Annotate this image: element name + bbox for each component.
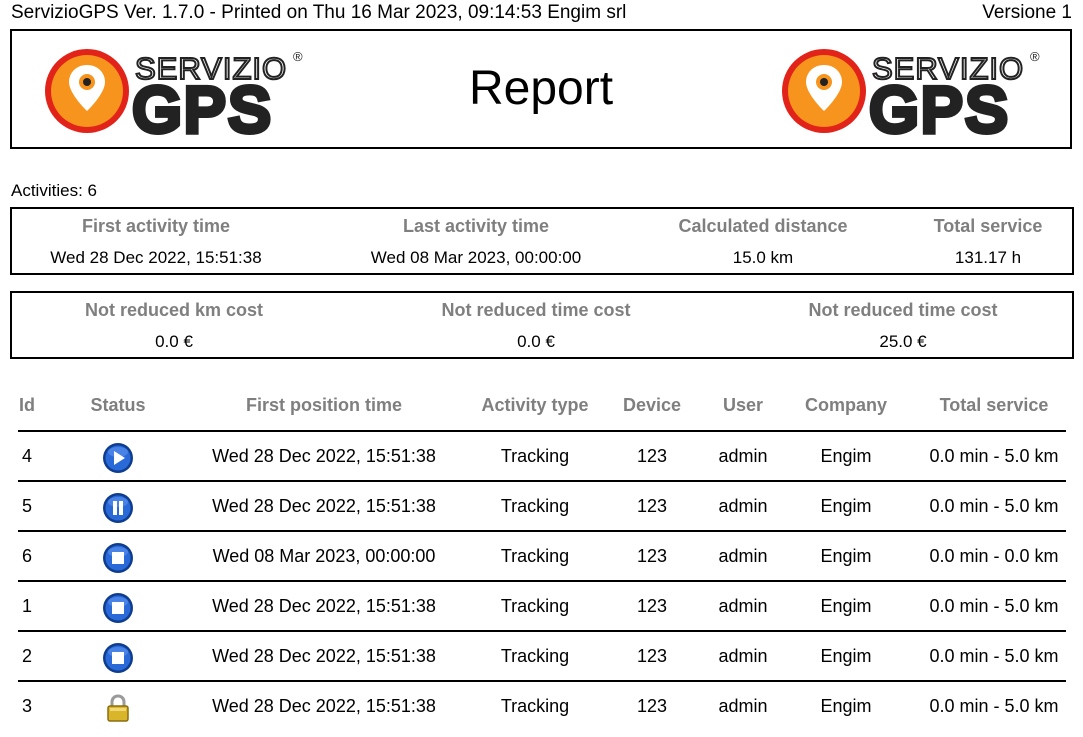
cell-id: 3 — [22, 696, 33, 716]
summary-label: Not reduced km cost — [84, 300, 264, 320]
cell-id: 6 — [22, 546, 33, 566]
table-row: 6 Wed 08 Mar 2023, 00:00:00 Tracking 123 adm… — [18, 532, 1066, 582]
cell-activity-type: Tracking — [500, 496, 570, 516]
cell-user: admin — [718, 546, 768, 566]
stop-icon — [102, 592, 134, 624]
table-row: 3 Wed 28 Dec 2022, 15:51:38 Tracking 123 adm… — [18, 682, 1066, 730]
summary-label: Not reduced time cost — [441, 300, 631, 320]
cell-first-position-time: Wed 28 Dec 2022, 15:51:38 — [212, 596, 436, 616]
cell-total-service: 0.0 min - 5.0 km — [929, 496, 1059, 516]
stop-icon — [102, 642, 134, 674]
summary-time-cost: Not reduced time cost 0.0 € — [401, 293, 671, 357]
activities-count: Activities: 6 — [11, 181, 97, 200]
cell-first-position-time: Wed 28 Dec 2022, 15:51:38 — [212, 496, 436, 516]
table-header: Id Status First position time Activity t… — [18, 388, 1066, 432]
cell-device: 123 — [636, 596, 668, 616]
pause-icon — [102, 492, 134, 524]
cell-company: Engim — [820, 596, 872, 616]
cell-total-service: 0.0 min - 5.0 km — [929, 596, 1059, 616]
summary-value: 0.0 € — [517, 332, 555, 351]
table-row: 2 Wed 28 Dec 2022, 15:51:38 Tracking 123 adm… — [18, 632, 1066, 682]
play-icon — [102, 442, 134, 474]
cell-activity-type: Tracking — [500, 646, 570, 666]
cell-activity-type: Tracking — [500, 446, 570, 466]
column-header-activity-type: Activity type — [481, 395, 589, 415]
cell-id: 2 — [22, 646, 33, 666]
cell-activity-type: Tracking — [500, 546, 570, 566]
cell-activity-type: Tracking — [500, 596, 570, 616]
cell-id: 5 — [22, 496, 33, 516]
cell-device: 123 — [636, 496, 668, 516]
cell-id: 1 — [22, 596, 33, 616]
cell-user: admin — [718, 496, 768, 516]
cell-company: Engim — [820, 496, 872, 516]
cell-first-position-time: Wed 28 Dec 2022, 15:51:38 — [212, 696, 436, 716]
report-header: SERVIZIO ® GPS Report SERVIZIO ® GPS — [10, 29, 1072, 149]
table-row: 4 Wed 28 Dec 2022, 15:51:38 Tracking 123 adm… — [18, 432, 1066, 482]
cell-total-service: 0.0 min - 5.0 km — [929, 646, 1059, 666]
cell-id: 4 — [22, 446, 33, 466]
summary-time-cost-alt: Not reduced time cost 25.0 € — [768, 293, 1038, 357]
summary-label: Calculated distance — [678, 216, 848, 236]
cell-total-service: 0.0 min - 5.0 km — [929, 446, 1059, 466]
cell-total-service: 0.0 min - 5.0 km — [929, 696, 1059, 716]
cell-user: admin — [718, 696, 768, 716]
table-row: 5 Wed 28 Dec 2022, 15:51:38 Tracking 123 adm… — [18, 482, 1066, 532]
cell-company: Engim — [820, 646, 872, 666]
summary-box-times: First activity time Wed 28 Dec 2022, 15:… — [10, 207, 1074, 275]
table-row: 1 Wed 28 Dec 2022, 15:51:38 Tracking 123 adm… — [18, 582, 1066, 632]
cell-user: admin — [718, 596, 768, 616]
cell-device: 123 — [636, 546, 668, 566]
cell-company: Engim — [820, 446, 872, 466]
cell-device: 123 — [636, 646, 668, 666]
column-header-first-position-time: First position time — [245, 395, 403, 415]
column-header-device: Device — [622, 395, 682, 415]
summary-value: 15.0 km — [732, 248, 794, 267]
summary-value: 25.0 € — [879, 332, 927, 351]
cell-user: admin — [718, 646, 768, 666]
svg-text:®: ® — [1030, 49, 1040, 64]
summary-label: First activity time — [81, 216, 231, 236]
cell-first-position-time: Wed 28 Dec 2022, 15:51:38 — [212, 646, 436, 666]
version-label: Versione 1 — [982, 2, 1072, 23]
column-header-user: User — [722, 395, 764, 415]
summary-label: Not reduced time cost — [808, 300, 998, 320]
cell-total-service: 0.0 min - 0.0 km — [929, 546, 1059, 566]
summary-total-service: Total service 131.17 h — [908, 209, 1068, 273]
cell-first-position-time: Wed 08 Mar 2023, 00:00:00 — [212, 546, 436, 566]
cell-company: Engim — [820, 696, 872, 716]
summary-box-costs: Not reduced km cost 0.0 € Not reduced ti… — [10, 291, 1074, 359]
cell-device: 123 — [636, 446, 668, 466]
column-header-total-service: Total service — [939, 395, 1049, 415]
summary-first-activity: First activity time Wed 28 Dec 2022, 15:… — [12, 209, 300, 273]
summary-last-activity: Last activity time Wed 08 Mar 2023, 00:0… — [341, 209, 611, 273]
cell-user: admin — [718, 446, 768, 466]
column-header-company: Company — [804, 395, 888, 415]
summary-value: 131.17 h — [954, 248, 1022, 267]
column-header-status: Status — [90, 395, 146, 415]
lock-icon — [102, 692, 134, 724]
print-header-line: ServizioGPS Ver. 1.7.0 - Printed on Thu … — [11, 2, 1072, 24]
svg-text:GPS: GPS — [870, 76, 1010, 135]
summary-label: Total service — [933, 216, 1043, 236]
cell-company: Engim — [820, 546, 872, 566]
print-info: ServizioGPS Ver. 1.7.0 - Printed on Thu … — [11, 2, 627, 23]
summary-value: Wed 28 Dec 2022, 15:51:38 — [50, 248, 262, 267]
cell-device: 123 — [636, 696, 668, 716]
summary-km-cost: Not reduced km cost 0.0 € — [54, 293, 294, 357]
column-header-id: Id — [19, 395, 35, 415]
summary-value: Wed 08 Mar 2023, 00:00:00 — [370, 248, 582, 267]
summary-label: Last activity time — [402, 216, 550, 236]
cell-first-position-time: Wed 28 Dec 2022, 15:51:38 — [212, 446, 436, 466]
servizio-gps-logo: SERVIZIO ® GPS — [780, 47, 1045, 135]
stop-icon — [102, 542, 134, 574]
cell-activity-type: Tracking — [500, 696, 570, 716]
summary-value: 0.0 € — [155, 332, 193, 351]
summary-distance: Calculated distance 15.0 km — [663, 209, 863, 273]
